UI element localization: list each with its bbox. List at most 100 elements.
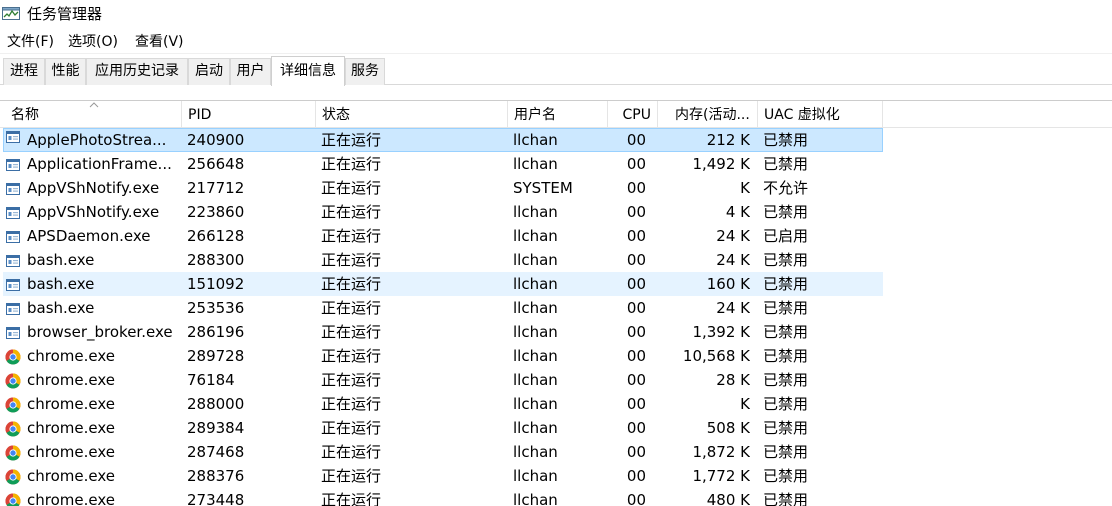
- cell-name: AppVShNotify.exe: [27, 203, 160, 221]
- cell-uac: 已禁用: [763, 203, 809, 221]
- app-window-icon: [5, 276, 21, 292]
- cell-cpu: 00: [626, 443, 646, 461]
- table-row-223860[interactable]: AppVShNotify.exe 223860 正在运行 llchan 00 4…: [3, 200, 883, 224]
- app-window-icon: [5, 324, 21, 340]
- column-header-memory[interactable]: 内存(活动...: [658, 101, 758, 128]
- tab-startup[interactable]: 启动: [188, 58, 230, 85]
- cell-username: llchan: [513, 347, 558, 365]
- cell-status: 正在运行: [321, 131, 382, 149]
- column-header-status[interactable]: 状态: [316, 101, 508, 128]
- cell-pid: 217712: [187, 179, 245, 197]
- cell-username: llchan: [513, 299, 558, 317]
- menu-file[interactable]: 文件(F): [7, 33, 54, 51]
- cell-status: 正在运行: [321, 443, 382, 461]
- cell-pid: 287468: [187, 443, 245, 461]
- table-row-273448[interactable]: chrome.exe 273448 正在运行 llchan 00 480 K 已…: [3, 488, 883, 506]
- cell-status: 正在运行: [321, 227, 382, 245]
- table-row-288000[interactable]: chrome.exe 288000 正在运行 llchan 00 K 已禁用: [3, 392, 883, 416]
- cell-username: llchan: [513, 371, 558, 389]
- cell-status: 正在运行: [321, 275, 382, 293]
- cell-uac: 已禁用: [763, 491, 809, 506]
- cell-username: SYSTEM: [513, 179, 573, 197]
- cell-username: llchan: [513, 203, 558, 221]
- cell-pid: 289728: [187, 347, 245, 365]
- cell-cpu: 00: [626, 467, 646, 485]
- cell-username: llchan: [513, 227, 558, 245]
- title-bar: 任务管理器: [0, 0, 1112, 30]
- process-list: ApplePhotoStrea... 240900 正在运行 llchan 00…: [0, 128, 1112, 506]
- cell-cpu: 00: [626, 251, 646, 269]
- tab-users[interactable]: 用户: [230, 58, 271, 85]
- tab-app-history[interactable]: 应用历史记录: [86, 58, 188, 85]
- cell-memory: 24 K: [716, 227, 750, 245]
- app-window-icon: [5, 156, 21, 172]
- cell-name: chrome.exe: [27, 491, 115, 506]
- app-window-icon: [5, 228, 21, 244]
- cell-uac: 已禁用: [763, 419, 809, 437]
- table-row-151092[interactable]: bash.exe 151092 正在运行 llchan 00 160 K 已禁用: [3, 272, 883, 296]
- cell-uac: 已禁用: [763, 299, 809, 317]
- cell-cpu: 00: [626, 179, 646, 197]
- cell-username: llchan: [513, 419, 558, 437]
- menu-options[interactable]: 选项(O): [68, 33, 118, 51]
- cell-name: ApplePhotoStrea...: [27, 131, 167, 149]
- cell-cpu: 00: [626, 491, 646, 506]
- cell-memory: 480 K: [706, 491, 750, 506]
- cell-username: llchan: [513, 275, 558, 293]
- cell-uac: 已启用: [763, 227, 809, 245]
- table-row-288376[interactable]: chrome.exe 288376 正在运行 llchan 00 1,772 K…: [3, 464, 883, 488]
- cell-memory: 160 K: [706, 275, 750, 293]
- column-header-cpu[interactable]: CPU: [608, 101, 658, 128]
- tab-processes[interactable]: 进程: [3, 58, 45, 85]
- cell-memory: 4 K: [725, 203, 750, 221]
- cell-cpu: 00: [626, 395, 646, 413]
- column-header-uac[interactable]: UAC 虚拟化: [758, 101, 883, 128]
- cell-cpu: 00: [626, 227, 646, 245]
- table-row-240900[interactable]: ApplePhotoStrea... 240900 正在运行 llchan 00…: [3, 128, 883, 152]
- table-row-217712[interactable]: AppVShNotify.exe 217712 正在运行 SYSTEM 00 K…: [3, 176, 883, 200]
- menu-bar: 文件(F) 选项(O) 查看(V): [0, 30, 1112, 54]
- cell-name: ApplicationFrame...: [27, 155, 172, 173]
- table-row-287468[interactable]: chrome.exe 287468 正在运行 llchan 00 1,872 K…: [3, 440, 883, 464]
- table-row-288300[interactable]: bash.exe 288300 正在运行 llchan 00 24 K 已禁用: [3, 248, 883, 272]
- cell-pid: 151092: [187, 275, 245, 293]
- cell-memory: 24 K: [716, 251, 750, 269]
- panel-top-gap: [0, 86, 1112, 101]
- cell-pid: 266128: [187, 227, 245, 245]
- cell-cpu: 00: [626, 419, 646, 437]
- table-row-289384[interactable]: chrome.exe 289384 正在运行 llchan 00 508 K 已…: [3, 416, 883, 440]
- table-row-289728[interactable]: chrome.exe 289728 正在运行 llchan 00 10,568 …: [3, 344, 883, 368]
- app-window-icon: [5, 204, 21, 220]
- cell-uac: 已禁用: [763, 443, 809, 461]
- cell-name: APSDaemon.exe: [27, 227, 151, 245]
- cell-cpu: 00: [626, 275, 646, 293]
- column-header-name[interactable]: 名称: [3, 101, 182, 128]
- table-row-256648[interactable]: ApplicationFrame... 256648 正在运行 llchan 0…: [3, 152, 883, 176]
- cell-pid: 286196: [187, 323, 245, 341]
- column-header-pid[interactable]: PID: [182, 101, 316, 128]
- cell-memory: 28 K: [716, 371, 750, 389]
- column-header-username[interactable]: 用户名: [508, 101, 608, 128]
- table-row-253536[interactable]: bash.exe 253536 正在运行 llchan 00 24 K 已禁用: [3, 296, 883, 320]
- sort-ascending-icon: [89, 102, 99, 108]
- table-row-266128[interactable]: APSDaemon.exe 266128 正在运行 llchan 00 24 K…: [3, 224, 883, 248]
- tab-details[interactable]: 详细信息: [271, 56, 345, 86]
- menu-view[interactable]: 查看(V): [135, 33, 184, 51]
- window-title: 任务管理器: [27, 5, 103, 23]
- tab-services[interactable]: 服务: [345, 58, 385, 85]
- cell-memory: 212 K: [706, 131, 750, 149]
- table-row-76184[interactable]: chrome.exe 76184 正在运行 llchan 00 28 K 已禁用: [3, 368, 883, 392]
- cell-status: 正在运行: [321, 491, 382, 506]
- cell-pid: 76184: [187, 371, 235, 389]
- cell-cpu: 00: [626, 131, 646, 149]
- cell-name: chrome.exe: [27, 467, 115, 485]
- cell-status: 正在运行: [321, 347, 382, 365]
- cell-memory: K: [740, 179, 750, 197]
- cell-username: llchan: [513, 395, 558, 413]
- cell-status: 正在运行: [321, 467, 382, 485]
- cell-uac: 已禁用: [763, 371, 809, 389]
- cell-uac: 已禁用: [763, 251, 809, 269]
- cell-name: chrome.exe: [27, 347, 115, 365]
- tab-performance[interactable]: 性能: [45, 58, 86, 85]
- table-row-286196[interactable]: browser_broker.exe 286196 正在运行 llchan 00…: [3, 320, 883, 344]
